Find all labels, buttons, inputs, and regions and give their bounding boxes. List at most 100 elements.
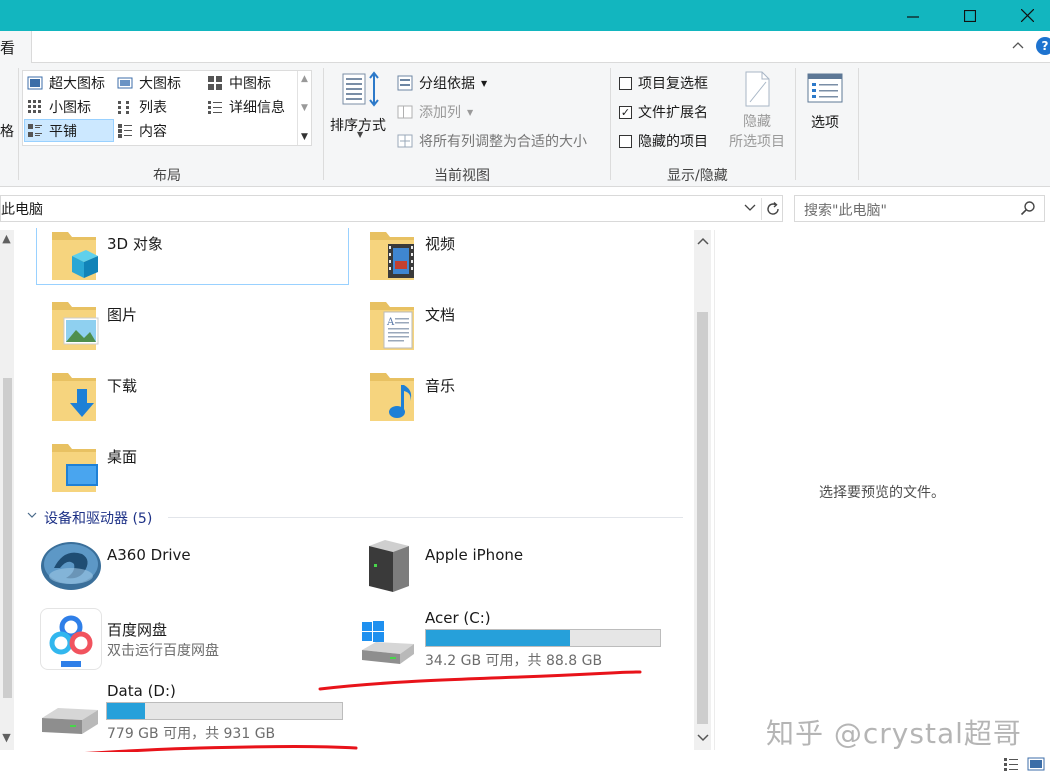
layout-group-label: 布局	[153, 168, 181, 184]
iphone-device-icon	[365, 538, 413, 594]
options-button[interactable]: 选项	[803, 72, 847, 136]
a360-drive-icon	[40, 540, 102, 592]
large-icons-icon	[117, 77, 133, 89]
chevron-up-icon	[696, 237, 709, 245]
hidden-items-toggle[interactable]: 隐藏的项目	[619, 130, 708, 152]
music-folder-icon	[368, 369, 418, 425]
large-icons-view-button[interactable]	[1026, 755, 1048, 775]
collapse-group-button[interactable]	[26, 509, 40, 523]
desktop-folder-icon	[50, 440, 100, 496]
chevron-up-icon[interactable]: ▲	[301, 74, 308, 84]
drive-usage-bar-c	[425, 629, 661, 647]
layout-small-icons[interactable]: 小图标	[27, 96, 91, 118]
panes-partial-label[interactable]: 格	[0, 121, 14, 141]
hide-selected-items-button[interactable]: 隐藏 所选项目	[722, 70, 792, 154]
layout-medium-icons[interactable]: 中图标	[207, 72, 271, 94]
hide-selected-label-2: 所选项目	[729, 134, 785, 150]
refresh-button[interactable]	[761, 198, 783, 220]
details-view-button[interactable]	[1002, 755, 1022, 775]
file-list-scroll-thumb[interactable]	[697, 312, 708, 724]
details-view-icon	[1004, 758, 1018, 771]
folder-name[interactable]: 视频	[425, 233, 455, 254]
item-checkboxes-toggle[interactable]: 项目复选框	[619, 72, 708, 94]
tab-view[interactable]: 看	[0, 31, 32, 64]
videos-folder-icon	[368, 228, 418, 284]
hide-selected-icon	[745, 71, 770, 107]
preview-pane-divider[interactable]	[714, 230, 715, 750]
hide-selected-label-1: 隐藏	[743, 114, 771, 130]
group-by-button[interactable]: 分组依据 ▼	[397, 72, 487, 94]
pictures-folder-icon	[50, 298, 100, 354]
hidden-items-checkbox[interactable]	[619, 134, 632, 148]
show-hide-group-label: 显示/隐藏	[667, 168, 728, 184]
group-by-icon	[397, 75, 413, 91]
collapse-ribbon-button[interactable]	[1011, 38, 1027, 54]
search-input[interactable]: 搜索"此电脑"	[804, 200, 887, 220]
layout-tiles[interactable]: 平铺	[24, 119, 114, 142]
maximize-button[interactable]	[947, 0, 993, 31]
add-column-icon	[397, 105, 413, 119]
ribbon-separator	[610, 68, 611, 180]
folder-name[interactable]: 下载	[107, 375, 137, 396]
folder-name[interactable]: 桌面	[107, 446, 137, 467]
gallery-expand-icon[interactable]: ▼	[301, 132, 308, 142]
device-name[interactable]: 百度网盘	[107, 619, 167, 640]
close-button[interactable]	[1004, 0, 1050, 31]
size-all-columns-button[interactable]: 将所有列调整为合适的大小	[397, 130, 587, 152]
svg-text:A: A	[386, 317, 395, 328]
scroll-down-button[interactable]	[694, 729, 711, 747]
folder-name[interactable]: 图片	[107, 304, 137, 325]
add-column-button[interactable]: 添加列 ▼	[397, 101, 473, 123]
device-name[interactable]: Apple iPhone	[425, 546, 523, 564]
minimize-icon	[907, 15, 919, 18]
sort-icon	[342, 71, 379, 107]
minimize-button[interactable]	[890, 0, 936, 31]
device-name[interactable]: A360 Drive	[107, 546, 191, 564]
navigation-pane-scroll-thumb[interactable]	[3, 378, 12, 698]
search-box[interactable]: 搜索"此电脑"	[794, 195, 1045, 222]
ribbon-separator	[795, 68, 796, 180]
chevron-down-icon	[744, 204, 756, 211]
3d-objects-folder-icon	[50, 228, 100, 284]
sort-by-button[interactable]: 排序方式 ▼	[329, 70, 391, 140]
address-bar[interactable]: 此电脑	[0, 195, 783, 222]
layout-item-label: 平铺	[49, 123, 77, 140]
search-icon[interactable]	[1020, 200, 1036, 220]
tiles-icon	[28, 123, 42, 137]
devices-group-header[interactable]: 设备和驱动器 (5)	[44, 508, 152, 528]
chevron-down-icon: ▼	[357, 130, 364, 139]
folder-name[interactable]: 文档	[425, 304, 455, 325]
options-label: 选项	[811, 115, 839, 131]
layout-details[interactable]: 详细信息	[207, 96, 285, 118]
folder-name[interactable]: 音乐	[425, 375, 455, 396]
drive-name[interactable]: Acer (C:)	[425, 609, 491, 627]
ribbon-separator	[18, 68, 19, 180]
list-icon	[118, 101, 129, 114]
chevron-down-icon[interactable]: ▼	[301, 103, 308, 113]
details-icon	[208, 101, 222, 114]
layout-content[interactable]: 内容	[117, 120, 167, 142]
extra-large-icons-icon	[27, 76, 43, 90]
chevron-down-icon	[27, 512, 37, 518]
help-button[interactable]: ?	[1036, 37, 1050, 55]
address-path[interactable]: 此电脑	[1, 199, 43, 219]
layout-list[interactable]: 列表	[117, 96, 167, 118]
preview-empty-message: 选择要预览的文件。	[819, 485, 945, 501]
layout-gallery-scroll[interactable]: ▲ ▼ ▼	[297, 71, 311, 145]
item-checkboxes-checkbox[interactable]	[619, 76, 632, 90]
chevron-down-icon: ▼	[467, 107, 474, 117]
layout-large-icons[interactable]: 大图标	[117, 72, 181, 94]
layout-extra-large-icons[interactable]: 超大图标	[27, 72, 105, 94]
chevron-up-icon[interactable]: ▲	[0, 232, 15, 245]
folder-name[interactable]: 3D 对象	[107, 233, 163, 254]
documents-folder-icon: A	[368, 298, 418, 354]
layout-item-label: 小图标	[49, 100, 91, 116]
scroll-up-button[interactable]	[694, 232, 711, 250]
file-extensions-checkbox[interactable]: ✓	[619, 105, 632, 119]
maximize-icon	[964, 9, 976, 22]
address-history-dropdown[interactable]	[742, 199, 762, 219]
layout-item-label: 列表	[139, 100, 167, 116]
ribbon-tab-row	[0, 31, 1050, 63]
file-extensions-toggle[interactable]: ✓ 文件扩展名	[619, 101, 708, 123]
status-bar	[0, 752, 1050, 779]
